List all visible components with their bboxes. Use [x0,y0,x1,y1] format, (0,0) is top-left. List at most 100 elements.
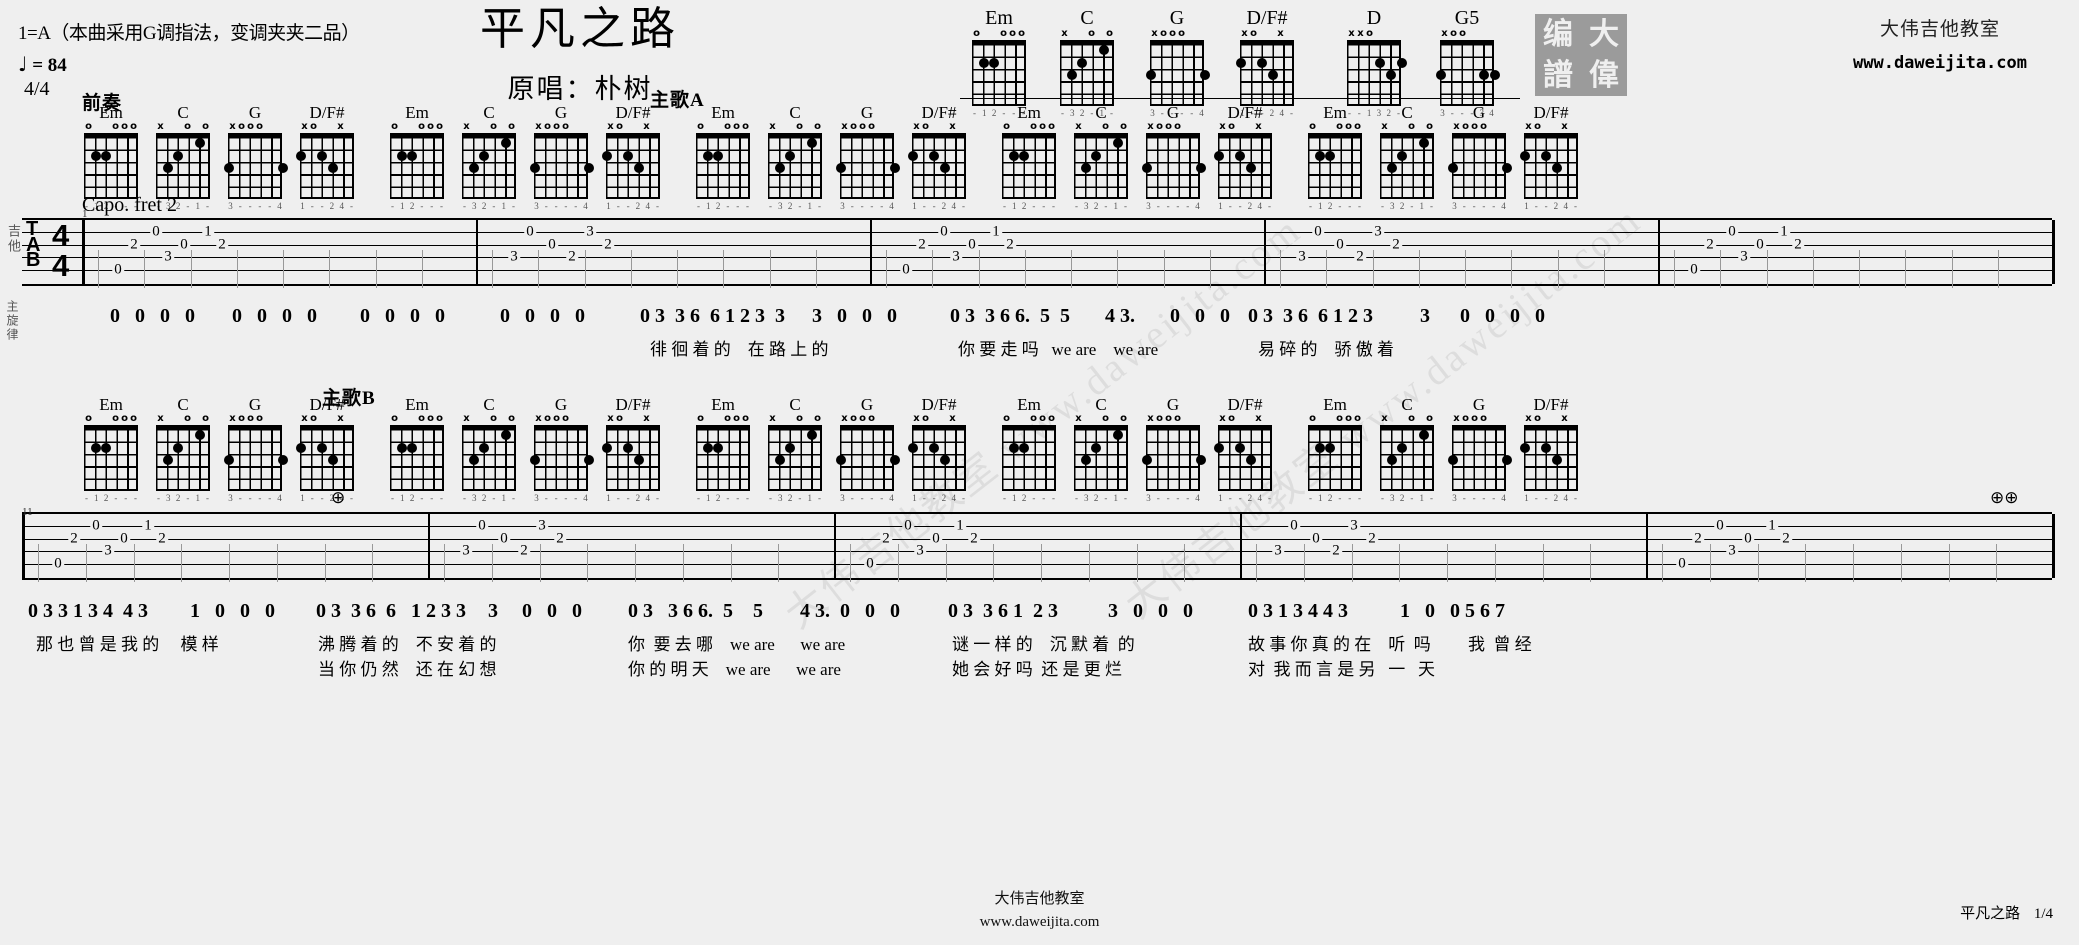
blank-mark [1069,30,1078,39]
blank-mark [1263,415,1272,424]
capo-instruction: Capo. fret 2 [82,194,177,216]
muted-string-icon: x [841,121,848,132]
chord-diagram-c: Cxoo-32-1- [460,396,518,503]
blank-mark [1186,30,1195,39]
fingering-digit: 2 [941,493,947,503]
chord-name: Em [99,103,123,122]
fretboard-grid [768,425,822,491]
blank-mark [1551,415,1560,424]
fingering-digit: 2 [1553,493,1559,503]
tab-fret-number: 0 [52,555,64,572]
chord-diagram-em: Em o o o o -1 2- - - [970,8,1028,118]
blank-mark [273,415,282,424]
fretboard-grid [835,133,900,199]
open-string-icon: o [247,413,254,424]
rhythm-stem [492,250,493,288]
muted-string-icon: x [1255,413,1262,424]
fingering-digit: - [961,493,965,503]
rhythm-stem [1351,544,1353,582]
fingering-digit: - [1042,201,1046,211]
tab-fret-number: 3 [508,248,520,265]
finger-dot [1113,138,1123,149]
chord-name: Em [1017,395,1041,414]
chord-open-mute-marks: xox [1524,122,1578,132]
fingering-digit: 2 [635,493,641,503]
lyric-group-2a-5: 我 曾 经 [1468,635,1532,654]
blank-mark [1467,30,1476,39]
rhythm-stem [635,544,636,582]
fingering-digit: - [1309,201,1312,211]
rhythm-stem [1905,250,1907,288]
rhythm-stem [144,250,146,288]
finger-dot [468,163,479,173]
blank-mark [480,415,489,424]
blank-mark [804,415,813,424]
muted-string-icon: x [463,121,470,132]
muted-string-icon: x [1277,28,1284,39]
fingering-digit: - [85,493,88,503]
tab-fret-number: 0 [1688,261,1700,278]
rhythm-stem [98,250,99,288]
chord-open-mute-marks: oooo [84,414,138,424]
fingering-digit: - [1166,493,1170,503]
instrument-label-1: 吉他 [6,224,21,254]
chord-diagram-g: Gxooo3----4 [223,104,288,211]
fretboard-grid [1308,133,1362,199]
lyric-group-2b-1: 你 的 明 天 we are we are [628,660,841,679]
finger-dot [1091,442,1102,453]
measure-number-1: 1 [82,208,88,220]
fingering-digit: - [1003,493,1006,503]
fingering-digit: 4 [645,493,650,503]
blank-mark [624,415,633,424]
open-string-icon: o [1165,121,1172,132]
blank-mark [1569,123,1578,132]
blank-mark [786,415,795,424]
fingering-digit: - [544,493,548,503]
fretboard-grid [462,425,516,491]
blank-mark [480,123,489,132]
fingering-digit: 4 [1563,201,1568,211]
fingering-digit: 4 [277,201,282,211]
chord-name: Em [711,103,735,122]
fretboard-grid [1213,133,1272,199]
chord-name: D/F# [309,103,345,122]
rhythm-stem [1662,544,1663,582]
finger-dot [807,138,817,149]
open-string-icon: o [418,121,425,132]
tab-staff: 020103203032202010320303220201032 [22,512,2055,582]
muted-string-icon: x [1381,121,1388,132]
open-string-icon: o [1354,121,1361,132]
open-string-icon: o [436,413,443,424]
fingering-digit: 3 [1146,493,1151,503]
tab-fret-number: 2 [1390,236,1402,253]
muted-string-icon: x [949,413,956,424]
tab-fret-number: 3 [1348,517,1360,534]
finger-dot [1008,442,1019,453]
tab-fret-number: 0 [1288,517,1300,534]
rhythm-stem [886,250,887,288]
tab-fret-number: 3 [162,248,174,265]
tab-fret-number: 3 [914,542,926,559]
chord-name: C [789,103,801,122]
measure-number-2: 11 [22,506,33,518]
open-string-icon: o [238,413,245,424]
finger-dot [1066,70,1077,80]
fingering-digit: - [817,201,821,211]
fingering-digit: 2 [1021,201,1027,211]
fretboard-grid [1060,40,1114,106]
fingering-digit: - [655,201,659,211]
fretboard-grid [972,40,1026,106]
coda-icon-1: ⊕ [331,488,346,508]
rhythm-stem [324,544,326,582]
finger-dot [1397,442,1408,453]
fingering-digit: - [932,201,936,211]
fingering-digit: 4 [889,201,894,211]
open-string-icon: o [490,121,497,132]
fingering-digit: - [626,493,630,503]
blank-mark [1542,415,1551,424]
finger-dot [1552,455,1563,465]
muted-string-icon: x [1525,413,1532,424]
fingering-numbers: -12--- [1306,201,1364,211]
fingering-digit: - [349,201,353,211]
open-string-icon: o [868,413,875,424]
